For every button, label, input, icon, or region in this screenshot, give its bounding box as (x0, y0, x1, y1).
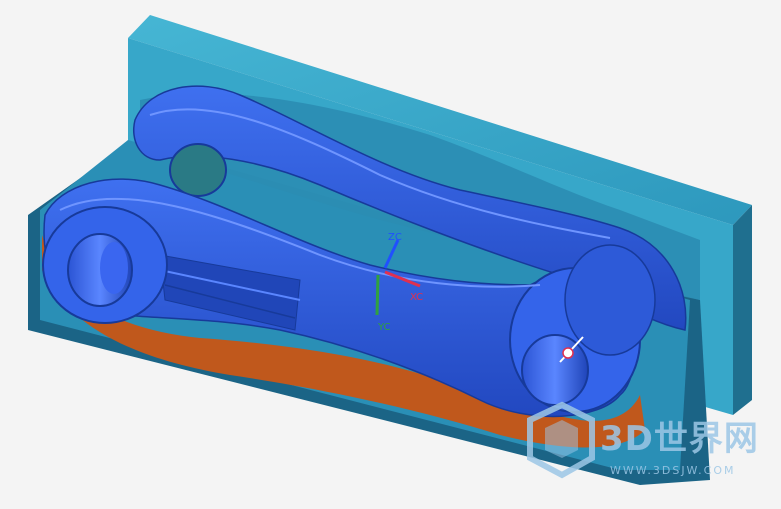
xc-label: XC (410, 292, 423, 303)
zc-label: ZC (388, 232, 402, 243)
right-bore (521, 334, 589, 406)
marker-ball (562, 347, 574, 359)
watermark-title: 3D世界网 (600, 419, 759, 459)
left-bore-inner (100, 242, 128, 294)
yc-label: YC (377, 322, 391, 333)
model-canvas[interactable]: ZC XC YC 3D世界网 WWW.3DSJW.COM (0, 0, 781, 505)
watermark-cube-inner (545, 420, 578, 458)
mold-right-face (733, 205, 752, 415)
graphics-viewport[interactable]: ZC XC YC 3D世界网 WWW.3DSJW.COM (0, 0, 781, 505)
right-boss-top (564, 244, 656, 356)
yc-axis (375, 274, 380, 316)
watermark-url: WWW.3DSJW.COM (610, 464, 736, 477)
